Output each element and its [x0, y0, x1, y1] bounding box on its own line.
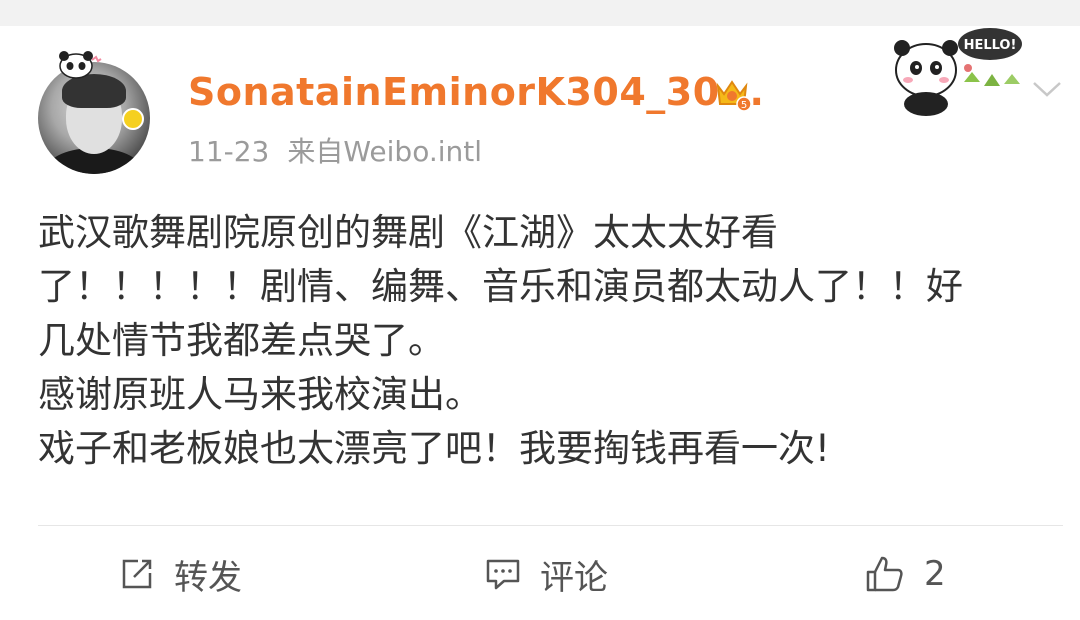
repost-label: 转发: [174, 557, 242, 598]
like-count: 2: [924, 554, 946, 594]
avatar-badge-icon: [122, 108, 144, 130]
like-button[interactable]: 2: [864, 548, 946, 600]
avatar-container[interactable]: [38, 46, 150, 176]
chevron-down-icon[interactable]: [1030, 76, 1064, 102]
comment-label: 评论: [540, 557, 608, 598]
svg-text:5: 5: [741, 100, 747, 111]
repost-button[interactable]: 转发: [118, 548, 242, 600]
post-line: 戏子和老板娘也太漂亮了吧！我要掏钱再看一次!: [38, 427, 830, 470]
post-line: 感谢原班人马来我校演出。: [38, 373, 482, 416]
post-source[interactable]: 来自Weibo.intl: [287, 135, 482, 168]
username[interactable]: SonatainEminorK304_30...: [188, 70, 765, 114]
post-body: 武汉歌舞剧院原创的舞剧《江湖》太太太好看 了！！！！！剧情、编舞、音乐和演员都太…: [38, 206, 1063, 476]
post-line: 了！！！！！剧情、编舞、音乐和演员都太动人了！！好: [38, 265, 963, 308]
comment-icon: [486, 559, 520, 590]
panda-sticker-icon: HELLO!: [894, 28, 1022, 116]
post-meta: 11-23 来自Weibo.intl: [188, 130, 482, 170]
post-time: 11-23: [188, 135, 270, 168]
divider: [38, 525, 1063, 526]
repost-icon: [122, 559, 152, 589]
svg-text:HELLO!: HELLO!: [964, 38, 1017, 53]
panda-decoration-icon: [59, 51, 102, 79]
vip-crown-icon[interactable]: 5: [712, 72, 752, 112]
post-line: 武汉歌舞剧院原创的舞剧《江湖》太太太好看: [38, 211, 778, 254]
thumbs-up-icon: [866, 556, 903, 592]
comment-button[interactable]: 评论: [484, 548, 608, 600]
post-line: 几处情节我都差点哭了。: [38, 319, 445, 362]
